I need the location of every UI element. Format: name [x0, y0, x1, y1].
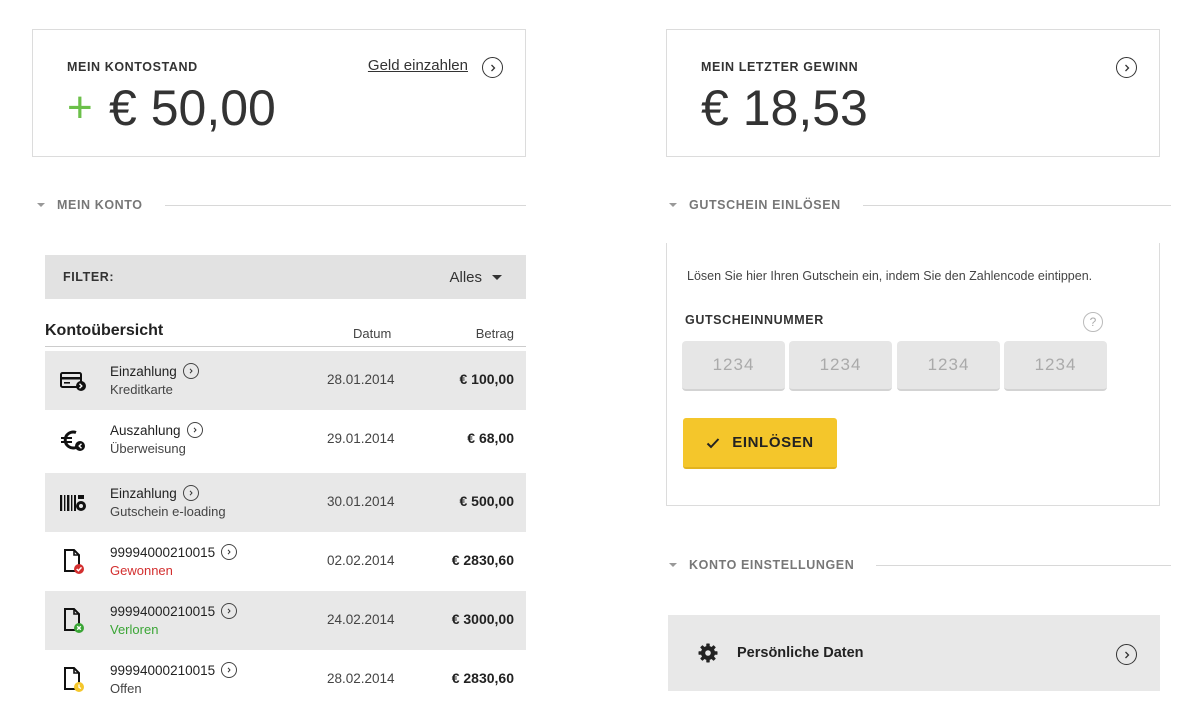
barcode-icon — [60, 495, 86, 511]
row-date: 02.02.2014 — [327, 553, 395, 568]
table-title: Kontoübersicht — [45, 322, 164, 339]
credit-card-icon — [60, 372, 86, 391]
section-title: KONTO EINSTELLUNGEN — [689, 558, 855, 572]
row-status-lost: Verloren — [110, 622, 159, 637]
chevron-right-icon[interactable] — [182, 363, 199, 379]
row-amount: € 2830,60 — [451, 552, 514, 568]
caret-down-icon — [669, 563, 677, 567]
row-amount: € 500,00 — [459, 493, 515, 509]
row-date: 29.01.2014 — [327, 431, 395, 446]
table-row[interactable]: Einzahlung Gutschein e-loading 30.01.201… — [45, 473, 526, 532]
balance-amount: € 50,00 — [109, 80, 276, 136]
row-title: Auszahlung — [110, 422, 181, 438]
chevron-right-icon[interactable] — [221, 603, 238, 619]
plus-icon: + — [67, 83, 93, 132]
balance-card: MEIN KONTOSTAND + € 50,00 Geld einzahlen — [32, 29, 526, 157]
row-subtitle: Kreditkarte — [110, 382, 173, 397]
filter-bar: FILTER: Alles — [45, 255, 526, 299]
caret-down-icon — [37, 203, 45, 207]
section-title: MEIN KONTO — [57, 198, 143, 212]
chevron-right-icon[interactable] — [221, 662, 238, 678]
row-title: 99994000210015 — [110, 662, 216, 678]
voucher-code-input-1[interactable] — [682, 341, 785, 391]
row-status-open: Offen — [110, 681, 142, 696]
row-status-won: Gewonnen — [110, 563, 173, 578]
divider — [862, 204, 1171, 206]
chevron-right-icon[interactable] — [482, 57, 503, 78]
row-subtitle: Gutschein e-loading — [110, 504, 226, 519]
euro-payout-icon — [61, 430, 85, 451]
last-win-label: MEIN LETZTER GEWINN — [701, 60, 859, 74]
table-row[interactable]: Einzahlung Kreditkarte 28.01.2014 € 100,… — [45, 351, 526, 410]
personal-data-row[interactable]: Persönliche Daten — [668, 615, 1160, 691]
table-row[interactable]: 99994000210015 Gewonnen 02.02.2014 € 283… — [45, 532, 526, 591]
row-title: Einzahlung — [110, 485, 177, 501]
voucher-code-input-2[interactable] — [789, 341, 892, 391]
row-date: 28.01.2014 — [327, 372, 395, 387]
redeem-button-label: EINLÖSEN — [732, 434, 814, 451]
caret-down-icon — [492, 274, 502, 280]
chevron-right-icon[interactable] — [221, 544, 238, 560]
row-amount: € 2830,60 — [451, 670, 514, 686]
table-row[interactable]: 99994000210015 Verloren 24.02.2014 € 300… — [45, 591, 526, 650]
chevron-right-icon[interactable] — [182, 485, 199, 501]
filter-value: Alles — [449, 268, 482, 286]
deposit-link[interactable]: Geld einzahlen — [368, 57, 468, 74]
row-date: 28.02.2014 — [327, 671, 395, 686]
row-date: 24.02.2014 — [327, 612, 395, 627]
voucher-number-label: GUTSCHEINNUMMER — [685, 313, 824, 327]
chevron-right-icon[interactable] — [1116, 644, 1137, 665]
row-amount: € 3000,00 — [451, 611, 514, 627]
column-header-amount: Betrag — [475, 326, 514, 341]
ticket-won-icon — [64, 549, 84, 574]
row-title: Einzahlung — [110, 363, 177, 379]
column-header-date: Datum — [353, 326, 392, 341]
section-header-account[interactable]: MEIN KONTO — [37, 198, 526, 212]
table-row[interactable]: Auszahlung Überweisung 29.01.2014 € 68,0… — [45, 410, 526, 469]
voucher-code-input-4[interactable] — [1004, 341, 1107, 391]
ticket-lost-icon — [64, 608, 84, 633]
row-title: 99994000210015 — [110, 544, 216, 560]
gear-icon — [698, 643, 718, 663]
voucher-card: Lösen Sie hier Ihren Gutschein ein, inde… — [666, 243, 1160, 506]
filter-label: FILTER: — [63, 270, 115, 284]
last-win-card: MEIN LETZTER GEWINN € 18,53 — [666, 29, 1160, 157]
last-win-amount: € 18,53 — [701, 80, 868, 136]
checkmark-icon — [707, 437, 720, 448]
redeem-button[interactable]: EINLÖSEN — [683, 418, 837, 469]
help-icon[interactable]: ? — [1083, 312, 1103, 332]
divider — [876, 564, 1171, 566]
ticket-open-icon — [64, 667, 84, 692]
table-header: Kontoübersicht Datum Betrag — [45, 318, 526, 347]
row-subtitle: Überweisung — [110, 441, 186, 456]
filter-dropdown[interactable]: Alles — [449, 269, 502, 286]
voucher-code-input-3[interactable] — [897, 341, 1000, 391]
caret-down-icon — [669, 203, 677, 207]
row-amount: € 68,00 — [467, 430, 514, 446]
row-date: 30.01.2014 — [327, 494, 395, 509]
section-header-voucher[interactable]: GUTSCHEIN EINLÖSEN — [669, 198, 1171, 212]
chevron-right-icon[interactable] — [186, 422, 203, 438]
balance-label: MEIN KONTOSTAND — [67, 60, 198, 74]
personal-data-label: Persönliche Daten — [737, 645, 864, 661]
divider — [164, 204, 526, 206]
row-title: 99994000210015 — [110, 603, 216, 619]
chevron-right-icon[interactable] — [1116, 57, 1137, 78]
voucher-description: Lösen Sie hier Ihren Gutschein ein, inde… — [687, 269, 1093, 283]
section-title: GUTSCHEIN EINLÖSEN — [689, 198, 841, 212]
section-header-settings[interactable]: KONTO EINSTELLUNGEN — [669, 558, 1171, 572]
table-row[interactable]: 99994000210015 Offen 28.02.2014 € 2830,6… — [45, 650, 526, 709]
row-amount: € 100,00 — [459, 371, 515, 387]
